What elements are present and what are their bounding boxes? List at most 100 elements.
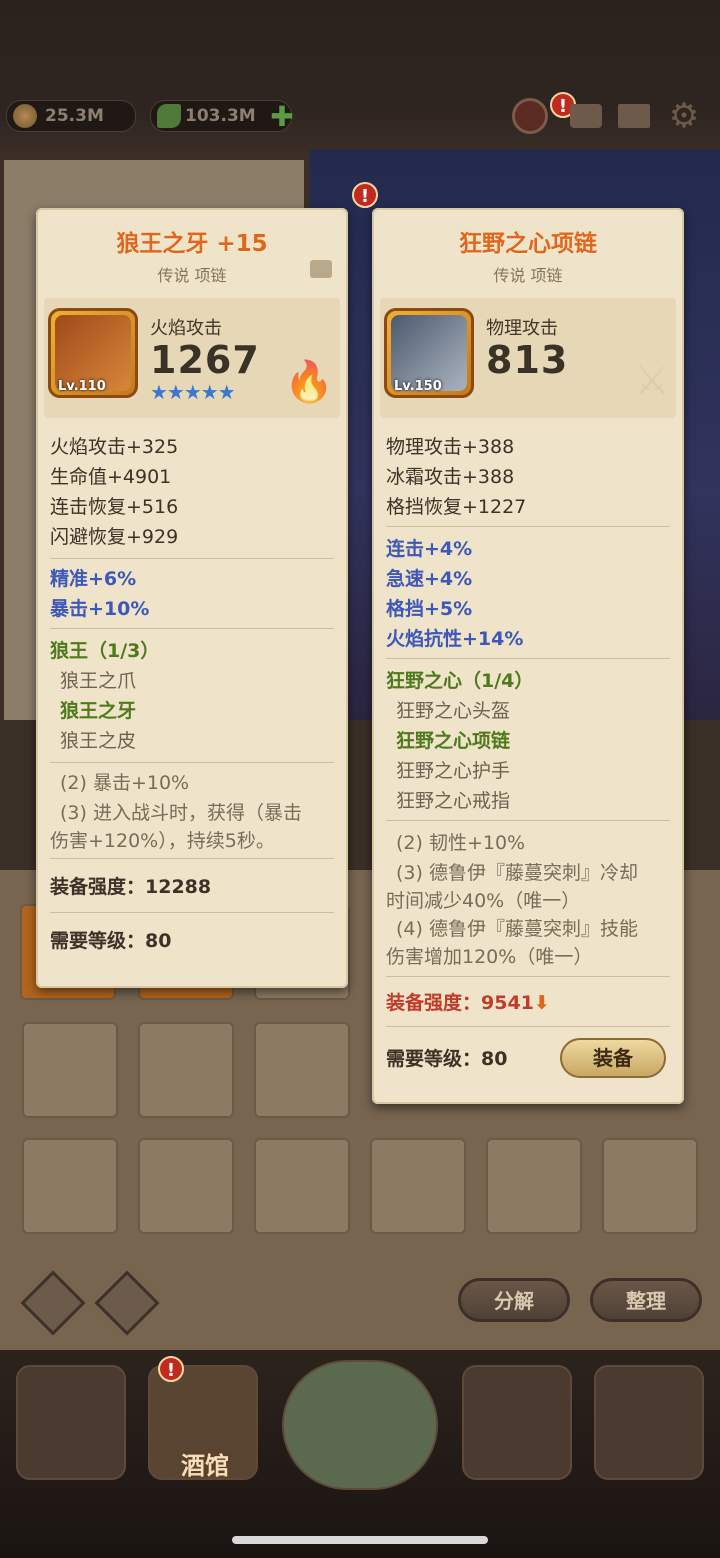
- necklace-slot-icon: [310, 260, 332, 278]
- inventory-slot[interactable]: [254, 1022, 350, 1118]
- item-subtitle: 传说 项链: [493, 266, 563, 285]
- power-row: 装备强度：9541⬇: [386, 988, 550, 1015]
- power-row: 装备强度：12288: [50, 872, 211, 899]
- power-label: 装备强度：: [386, 992, 482, 1014]
- bonus-line: 火焰抗性+14%: [386, 628, 524, 650]
- divider: [50, 558, 334, 559]
- stat-line: 冰霜攻击+388: [386, 466, 515, 488]
- divider: [386, 976, 670, 977]
- item-level: Lv.150: [394, 379, 442, 394]
- sort-button[interactable]: 整理: [590, 1278, 702, 1322]
- bonus-line: 连击+4%: [386, 538, 473, 560]
- add-gems-button[interactable]: ✚: [262, 96, 302, 136]
- power-down-arrow-icon: ⬇: [533, 992, 550, 1014]
- divider: [50, 762, 334, 763]
- power-label: 装备强度：: [50, 876, 146, 898]
- inventory-slot[interactable]: [22, 1022, 118, 1118]
- set-item: 狂野之心戒指: [396, 790, 511, 812]
- leaf-gem-icon: [157, 104, 181, 128]
- main-stat-label: 火焰攻击: [150, 318, 222, 339]
- set-item-owned: 狂野之心项链: [396, 730, 511, 752]
- tavern-alert-badge: !: [158, 1356, 184, 1382]
- coin-value: 25.3M: [45, 106, 104, 126]
- required-level-value: 80: [481, 1048, 508, 1070]
- main-stat-value: 813: [486, 338, 569, 382]
- set-effect: (2) 暴击+10%: [60, 772, 190, 794]
- divider: [50, 858, 334, 859]
- set-effect: (2) 韧性+10%: [396, 832, 526, 854]
- home-indicator: [232, 1536, 488, 1544]
- nav-forge[interactable]: [594, 1365, 704, 1480]
- inventory-slot[interactable]: [370, 1138, 466, 1234]
- star-rating: ★★★★★: [150, 380, 236, 404]
- set-effect: (3) 德鲁伊『藤蔓突刺』冷却: [396, 862, 638, 884]
- set-effect: (4) 德鲁伊『藤蔓突刺』技能: [396, 918, 638, 940]
- power-value: 12288: [145, 876, 212, 898]
- set-effect: 伤害增加120%（唯一）: [386, 946, 593, 968]
- inventory-slot[interactable]: [602, 1138, 698, 1234]
- stat-line: 连击恢复+516: [50, 496, 179, 518]
- stat-line: 物理攻击+388: [386, 436, 515, 458]
- item-icon: Lv.110: [48, 308, 138, 398]
- sword-element-icon: ⚔: [634, 358, 670, 404]
- inventory-slot[interactable]: [138, 1022, 234, 1118]
- set-effect: (3) 进入战斗时，获得（暴击: [60, 802, 302, 824]
- bag-icon[interactable]: [510, 96, 550, 136]
- stat-line: 格挡恢复+1227: [386, 496, 527, 518]
- coin-counter: 25.3M: [6, 100, 136, 132]
- divider: [386, 658, 670, 659]
- chat-icon[interactable]: [566, 96, 606, 136]
- equip-button[interactable]: 装备: [560, 1038, 666, 1078]
- main-stat-label: 物理攻击: [486, 318, 558, 339]
- item-icon: Lv.150: [384, 308, 474, 398]
- item-card-left: 狼王之牙 +15 传说 项链 Lv.110 火焰攻击 1267 ★★★★★ 🔥 …: [36, 208, 348, 988]
- stat-line: 生命值+4901: [50, 466, 172, 488]
- nav-town[interactable]: [16, 1365, 126, 1480]
- set-item: 狂野之心护手: [396, 760, 511, 782]
- item-title: 狼王之牙 +15: [116, 231, 268, 257]
- decompose-button[interactable]: 分解: [458, 1278, 570, 1322]
- main-stat-value: 1267: [150, 338, 260, 382]
- set-name: 狼王（1/3）: [50, 640, 160, 662]
- item-subtitle: 传说 项链: [157, 266, 227, 285]
- bonus-line: 精准+6%: [50, 568, 137, 590]
- required-level-row: 需要等级：80: [50, 926, 171, 953]
- required-level-row: 需要等级：80: [386, 1044, 507, 1071]
- inventory-slot[interactable]: [254, 1138, 350, 1234]
- set-name: 狂野之心（1/4）: [386, 670, 534, 692]
- fire-element-icon: 🔥: [284, 359, 334, 405]
- set-item: 狂野之心头盔: [396, 700, 511, 722]
- divider: [386, 1026, 670, 1027]
- inventory-slot[interactable]: [486, 1138, 582, 1234]
- set-effect: 伤害+120%），持续5秒。: [50, 830, 275, 852]
- power-value: 9541: [481, 992, 534, 1014]
- bonus-line: 暴击+10%: [50, 598, 150, 620]
- divider: [386, 820, 670, 821]
- stat-line: 闪避恢复+929: [50, 526, 179, 548]
- required-level-label: 需要等级：: [50, 930, 146, 952]
- inventory-slot[interactable]: [22, 1138, 118, 1234]
- divider: [50, 628, 334, 629]
- divider: [50, 912, 334, 913]
- item-card-right: 狂野之心项链 传说 项链 Lv.150 物理攻击 813 ⚔ 物理攻击+388 …: [372, 208, 684, 1104]
- set-item-owned: 狼王之牙: [60, 700, 137, 722]
- gem-value: 103.3M: [185, 106, 256, 126]
- mail-icon[interactable]: [614, 96, 654, 136]
- item-title: 狂野之心项链: [459, 231, 597, 257]
- required-level-value: 80: [145, 930, 172, 952]
- set-effect: 时间减少40%（唯一）: [386, 890, 581, 912]
- scene-alert-badge: !: [352, 182, 378, 208]
- divider: [386, 526, 670, 527]
- set-item: 狼王之皮: [60, 730, 137, 752]
- top-bar: [0, 0, 720, 160]
- nav-shop[interactable]: [462, 1365, 572, 1480]
- gear-icon[interactable]: ⚙: [664, 96, 704, 136]
- item-level: Lv.110: [58, 379, 106, 394]
- coin-icon: [13, 104, 37, 128]
- nav-adventure[interactable]: [282, 1360, 438, 1490]
- inventory-slot[interactable]: [138, 1138, 234, 1234]
- bonus-line: 格挡+5%: [386, 598, 473, 620]
- bonus-line: 急速+4%: [386, 568, 473, 590]
- required-level-label: 需要等级：: [386, 1048, 482, 1070]
- tavern-label: 酒馆: [181, 1452, 229, 1480]
